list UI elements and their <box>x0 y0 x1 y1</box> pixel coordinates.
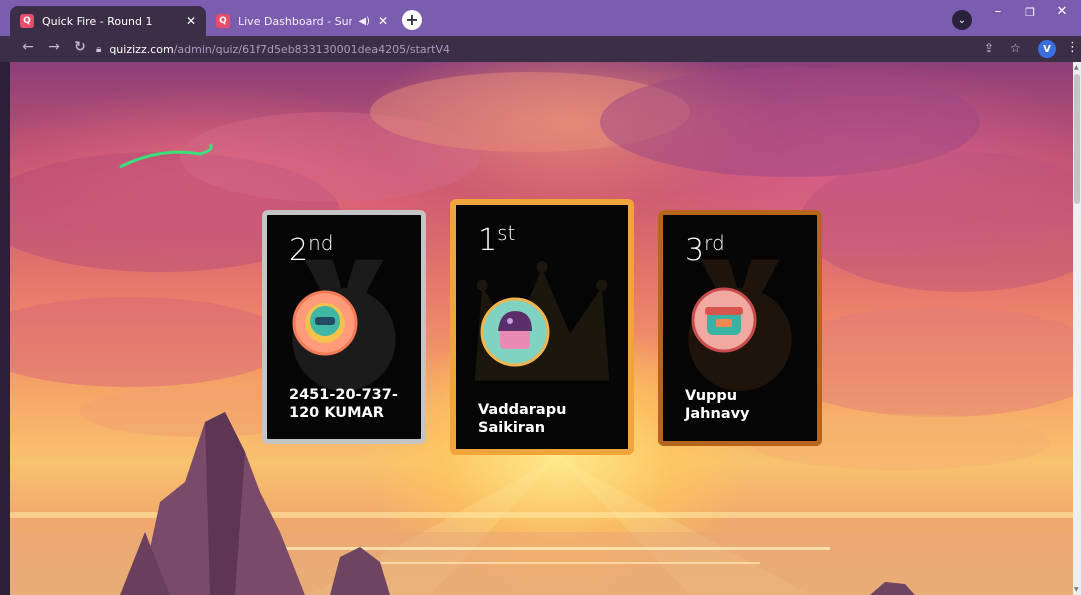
avatar <box>691 287 757 353</box>
quizizz-favicon: Q <box>216 14 230 28</box>
leaderboard-stage: 2nd 2451-20-737- 120 KUMAR 1st Vaddarapu… <box>10 62 1073 595</box>
player-name: 2451-20-737- 120 KUMAR <box>289 387 398 421</box>
rank-label: 3rd <box>685 231 725 268</box>
address-bar[interactable]: 🔒︎ quizizz.com /admin/quiz/61f7d5eb83313… <box>96 40 450 58</box>
player-name: Vuppu Jahnavy <box>685 388 750 422</box>
scroll-thumb[interactable] <box>1074 74 1080 204</box>
rank-label: 1st <box>478 221 516 258</box>
reload-icon[interactable]: ↻ <box>70 39 90 55</box>
restore-icon[interactable]: ❐ <box>1018 6 1042 19</box>
back-icon[interactable]: ← <box>18 39 38 55</box>
tab-live-dashboard[interactable]: Q Live Dashboard - Summary ◀︎) ✕ <box>206 6 398 36</box>
tab-title: Live Dashboard - Summary <box>238 14 352 28</box>
podium-card-first: 1st Vaddarapu Saikiran <box>450 199 634 455</box>
podium-card-third: 3rd Vuppu Jahnavy <box>658 210 822 446</box>
tab-title: Quick Fire - Round 1 <box>42 14 153 28</box>
close-icon[interactable]: ✕ <box>378 14 388 28</box>
rank-label: 2nd <box>289 231 334 268</box>
menu-icon[interactable]: ⋮ <box>1066 40 1079 55</box>
close-window-icon[interactable]: ✕ <box>1050 4 1074 19</box>
player-name: Vaddarapu Saikiran <box>478 402 567 436</box>
podium-card-second: 2nd 2451-20-737- 120 KUMAR <box>262 210 426 444</box>
plus-icon[interactable]: + <box>402 10 422 30</box>
page-scrollbar[interactable]: ▲ ▼ <box>1073 62 1081 595</box>
url-path: /admin/quiz/61f7d5eb833130001dea4205/sta… <box>173 42 451 56</box>
avatar[interactable]: V <box>1038 40 1056 58</box>
avatar <box>480 297 550 367</box>
scroll-down-icon[interactable]: ▼ <box>1074 586 1079 593</box>
browser-tab-bar: Q Quick Fire - Round 1 ✕ Q Live Dashboar… <box>0 0 1081 36</box>
close-icon[interactable]: ✕ <box>186 14 196 28</box>
url-host: quizizz.com <box>109 42 174 56</box>
share-icon[interactable]: ⇪ <box>984 41 994 55</box>
scroll-up-icon[interactable]: ▲ <box>1074 64 1079 71</box>
chevron-down-icon[interactable]: ⌄ <box>952 10 972 30</box>
avatar <box>292 290 358 356</box>
minimize-icon[interactable]: – <box>986 4 1010 19</box>
audio-icon[interactable]: ◀︎) <box>358 16 370 27</box>
lock-icon: 🔒︎ <box>96 43 102 55</box>
tab-quick-fire[interactable]: Q Quick Fire - Round 1 ✕ <box>10 6 206 36</box>
star-icon[interactable]: ☆ <box>1010 41 1021 55</box>
forward-icon[interactable]: → <box>44 39 64 55</box>
quizizz-favicon: Q <box>20 14 34 28</box>
